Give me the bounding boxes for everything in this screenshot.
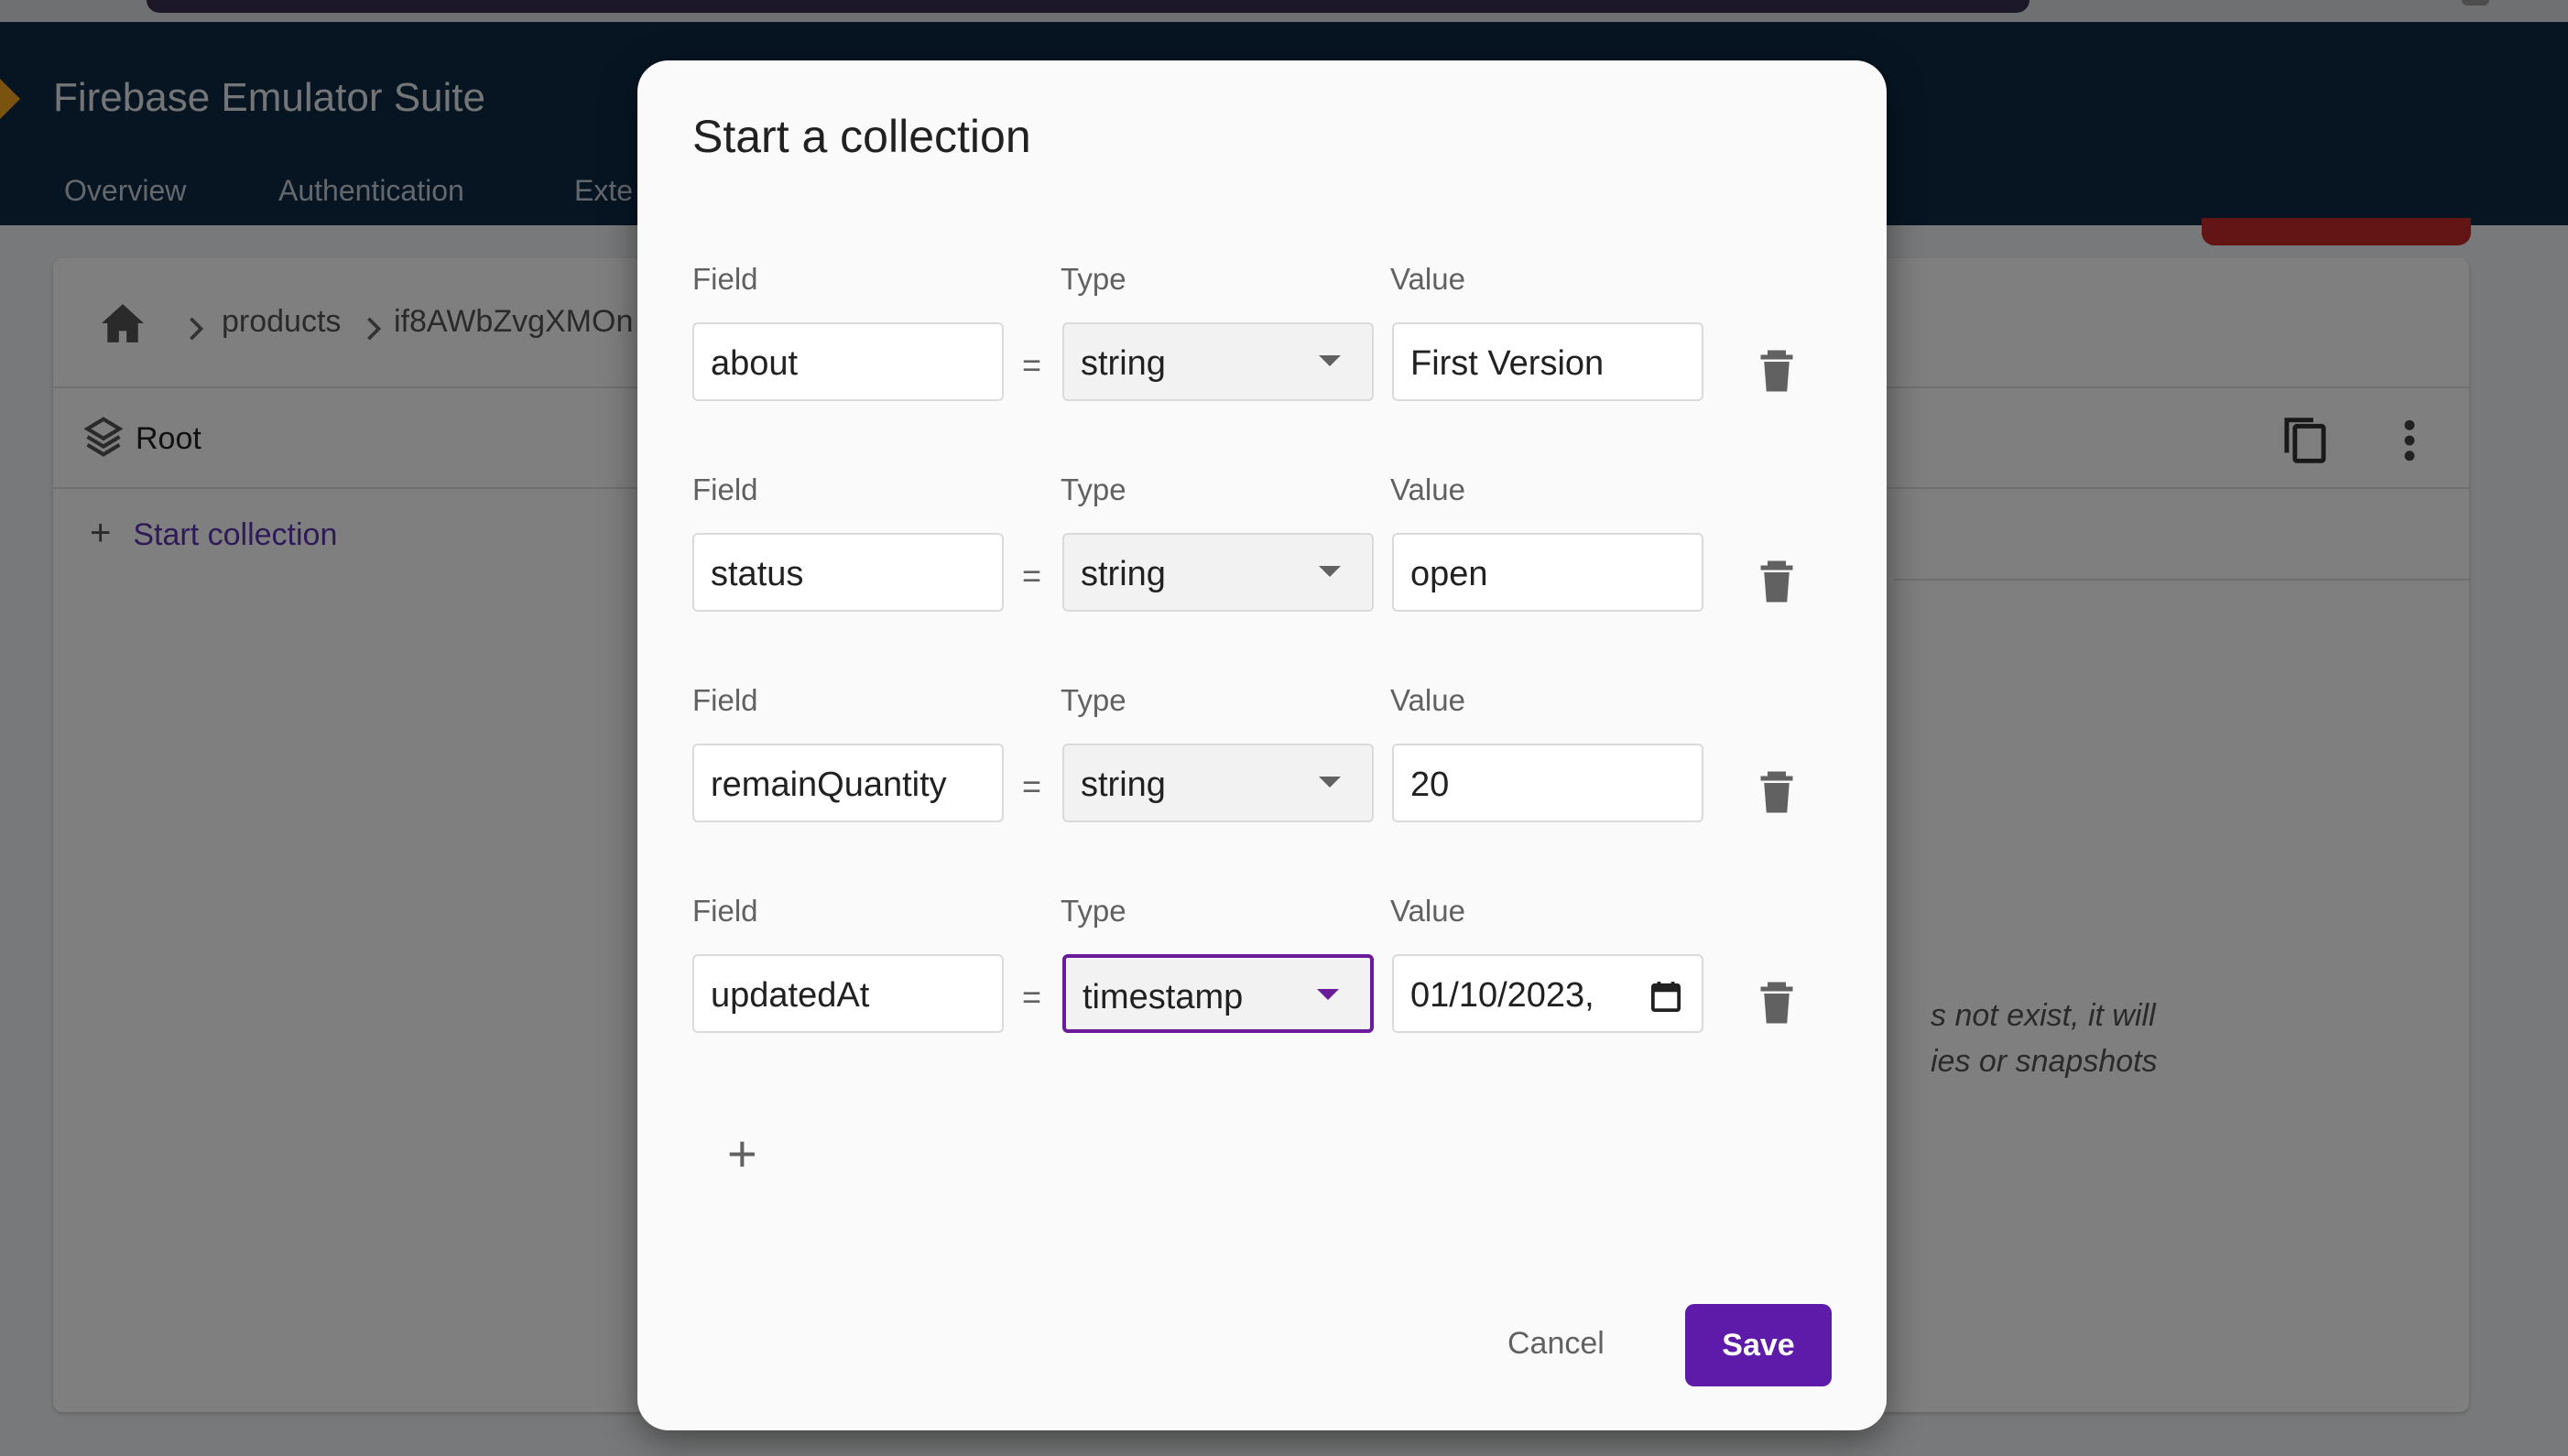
field-input[interactable]: updatedAt: [692, 954, 1004, 1033]
trash-icon: [1760, 771, 1793, 813]
delete-field-button[interactable]: [1758, 769, 1795, 820]
delete-field-button[interactable]: [1758, 980, 1795, 1030]
dropdown-caret-icon: [1317, 989, 1339, 1000]
plus-icon: +: [727, 1125, 757, 1182]
value-input-value: 20: [1410, 766, 1450, 804]
field-label: Field: [692, 262, 758, 296]
type-label: Type: [1061, 683, 1126, 717]
field-input-value: status: [711, 555, 804, 593]
type-select[interactable]: string: [1062, 744, 1374, 822]
type-select[interactable]: timestamp: [1062, 954, 1374, 1033]
trash-icon: [1760, 982, 1793, 1024]
equals-sign: =: [1022, 767, 1042, 805]
type-select-value: string: [1081, 766, 1166, 804]
field-label: Field: [692, 683, 758, 717]
start-collection-dialog: Start a collection Field Type Value abou…: [637, 60, 1887, 1430]
type-select-value: string: [1081, 344, 1166, 383]
delete-field-button[interactable]: [1758, 559, 1795, 609]
field-input[interactable]: remainQuantity: [692, 744, 1004, 822]
type-select[interactable]: string: [1062, 322, 1374, 401]
value-input-value: open: [1410, 555, 1488, 593]
delete-field-button[interactable]: [1758, 348, 1795, 398]
value-input-value: First Version: [1410, 344, 1605, 383]
field-input-value: about: [711, 344, 799, 383]
trash-icon: [1760, 350, 1793, 392]
value-input[interactable]: 20: [1392, 744, 1703, 822]
dropdown-caret-icon: [1319, 355, 1341, 366]
field-label: Field: [692, 473, 758, 506]
type-label: Type: [1061, 262, 1126, 296]
field-input-value: remainQuantity: [711, 766, 947, 804]
equals-sign: =: [1022, 346, 1042, 384]
value-label: Value: [1390, 473, 1465, 506]
type-select-value: string: [1081, 555, 1166, 593]
field-label: Field: [692, 894, 758, 928]
value-label: Value: [1390, 262, 1465, 296]
add-field-button[interactable]: +: [727, 1128, 757, 1179]
equals-sign: =: [1022, 557, 1042, 594]
dropdown-caret-icon: [1319, 777, 1341, 788]
equals-sign: =: [1022, 978, 1042, 1016]
field-input-value: updatedAt: [711, 976, 870, 1015]
calendar-icon[interactable]: [1650, 980, 1681, 1017]
field-input[interactable]: about: [692, 322, 1004, 401]
dropdown-caret-icon: [1319, 566, 1341, 577]
trash-icon: [1760, 560, 1793, 603]
value-label: Value: [1390, 683, 1465, 717]
date-input[interactable]: 01/10/2023,: [1392, 954, 1703, 1033]
save-button[interactable]: Save: [1685, 1304, 1832, 1386]
value-input[interactable]: open: [1392, 533, 1703, 612]
type-select-value: timestamp: [1083, 978, 1244, 1016]
value-label: Value: [1390, 894, 1465, 928]
value-input[interactable]: First Version: [1392, 322, 1703, 401]
cancel-button[interactable]: Cancel: [1507, 1326, 1605, 1362]
type-label: Type: [1061, 473, 1126, 506]
field-input[interactable]: status: [692, 533, 1004, 612]
type-select[interactable]: string: [1062, 533, 1374, 612]
dialog-title: Start a collection: [692, 111, 1031, 162]
date-input-value: 01/10/2023,: [1410, 976, 1594, 1015]
type-label: Type: [1061, 894, 1126, 928]
